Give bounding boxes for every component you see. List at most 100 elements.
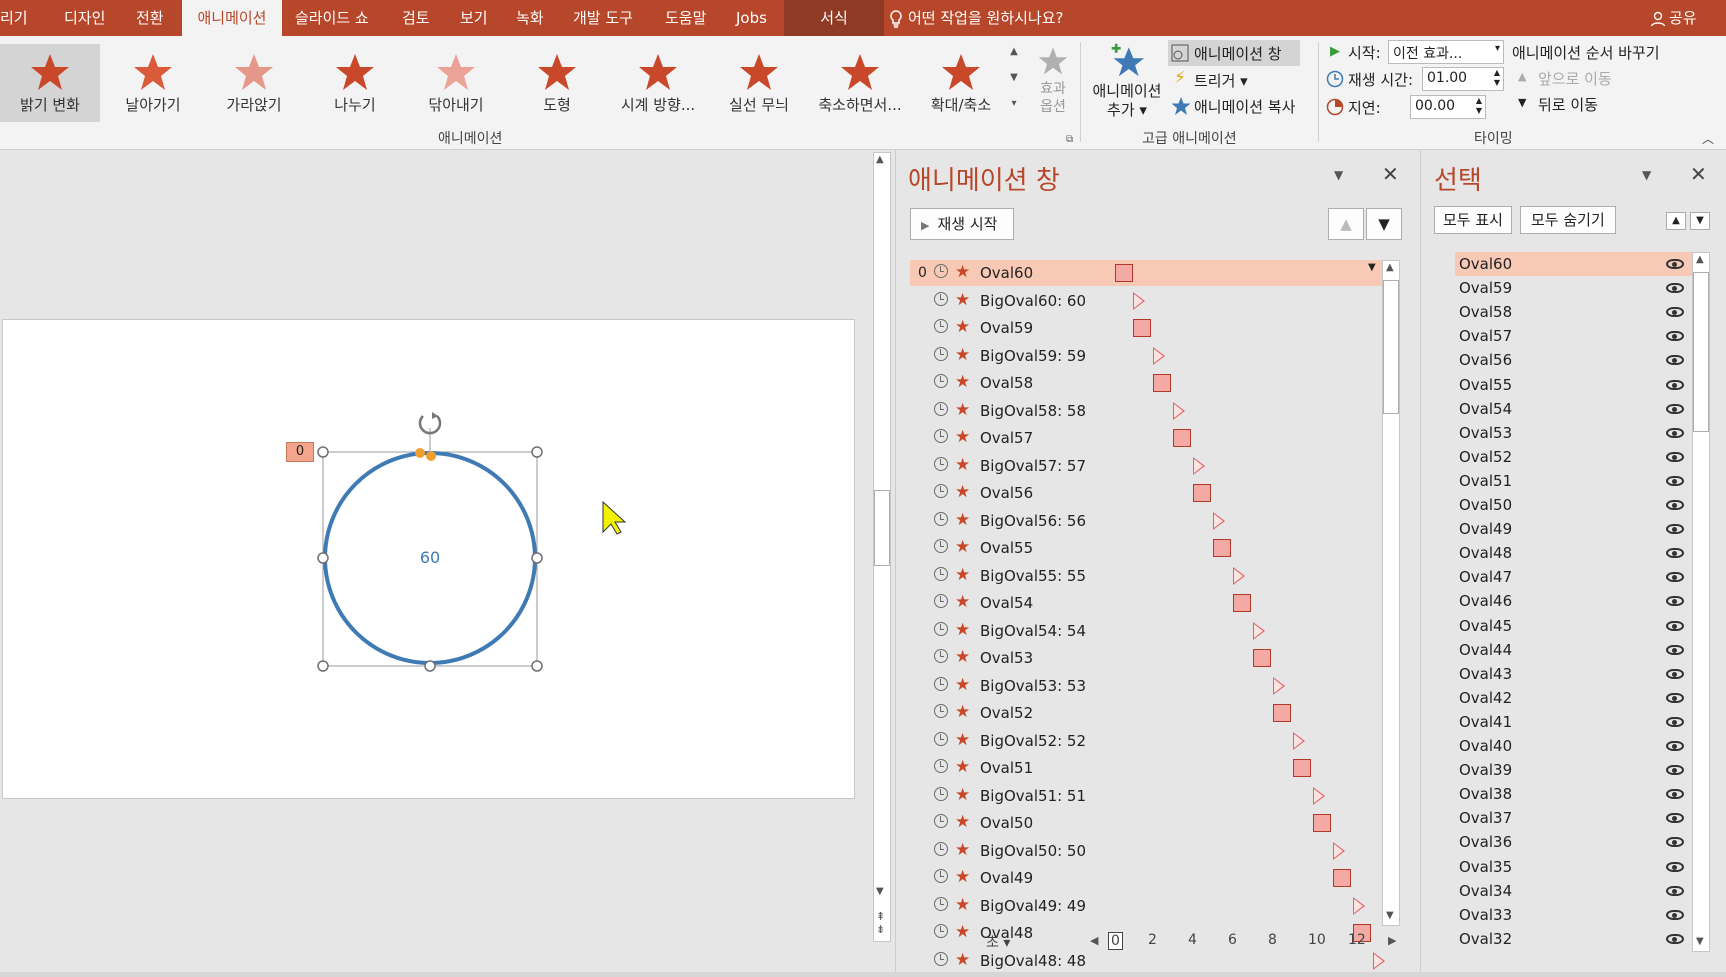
selection-item[interactable]: Oval55 [1455, 373, 1695, 397]
animation-row[interactable]: ★ BigOval54: 54 [910, 618, 1382, 644]
eye-icon[interactable] [1666, 476, 1684, 486]
timeline-bar[interactable] [1115, 264, 1133, 282]
animation-row[interactable]: 0 ★ Oval60 ▼ [910, 260, 1382, 286]
selection-item[interactable]: Oval43 [1455, 662, 1695, 686]
show-all-button[interactable]: 모두 표시 [1434, 206, 1512, 234]
selection-item[interactable]: Oval58 [1455, 300, 1695, 324]
timeline-bar[interactable] [1293, 759, 1311, 777]
eye-icon[interactable] [1666, 741, 1684, 751]
timeline-bar[interactable] [1213, 539, 1231, 557]
play-from-button[interactable]: ▶ 재생 시작 [910, 208, 1014, 240]
timeline-marker[interactable] [1333, 842, 1345, 860]
eye-icon[interactable] [1666, 524, 1684, 534]
eye-icon[interactable] [1666, 548, 1684, 558]
selection-item[interactable]: Oval53 [1455, 421, 1695, 445]
timeline-bar[interactable] [1333, 869, 1351, 887]
timeline-bar[interactable] [1193, 484, 1211, 502]
animation-row[interactable]: ★ Oval55 [910, 535, 1382, 561]
eye-icon[interactable] [1666, 428, 1684, 438]
animation-row[interactable]: ★ BigOval59: 59 [910, 343, 1382, 369]
animation-row[interactable]: ★ BigOval58: 58 [910, 398, 1382, 424]
eye-icon[interactable] [1666, 862, 1684, 872]
pane-options-dropdown-icon[interactable]: ▼ [1642, 168, 1651, 182]
eye-icon[interactable] [1666, 717, 1684, 727]
eye-icon[interactable] [1666, 355, 1684, 365]
selection-item[interactable]: Oval44 [1455, 638, 1695, 662]
timeline-marker[interactable] [1313, 787, 1325, 805]
animation-row[interactable]: ★ BigOval50: 50 [910, 838, 1382, 864]
animation-row[interactable]: ★ Oval51 [910, 755, 1382, 781]
scroll-down-icon[interactable]: ▼ [1696, 936, 1704, 947]
close-icon[interactable]: ✕ [1690, 162, 1707, 186]
eye-icon[interactable] [1666, 813, 1684, 823]
timeline-marker[interactable] [1133, 292, 1145, 310]
scroll-down-icon[interactable]: ▼ [876, 886, 884, 897]
selection-item[interactable]: Oval38 [1455, 782, 1695, 806]
trigger-button[interactable]: ⚡ 트리거 ▾ [1168, 68, 1278, 92]
tab-jobs[interactable]: Jobs [736, 0, 767, 36]
timeline-bar[interactable] [1273, 704, 1291, 722]
animation-row[interactable]: ★ BigOval57: 57 [910, 453, 1382, 479]
selection-list-scroll-thumb[interactable] [1693, 272, 1709, 432]
animation-list-scroll-thumb[interactable] [1383, 280, 1399, 414]
animation-row[interactable]: ★ Oval58 [910, 370, 1382, 396]
selection-item[interactable]: Oval34 [1455, 879, 1695, 903]
scroll-up-icon[interactable]: ▲ [1386, 262, 1394, 273]
eye-icon[interactable] [1666, 452, 1684, 462]
eye-icon[interactable] [1666, 404, 1684, 414]
selection-item[interactable]: Oval46 [1455, 589, 1695, 613]
send-backward-button[interactable]: ▼ [1690, 212, 1710, 230]
animation-row[interactable]: ★ BigOval56: 56 [910, 508, 1382, 534]
animation-row[interactable]: ★ Oval56 [910, 480, 1382, 506]
tab-format[interactable]: 서식 [784, 0, 884, 36]
eye-icon[interactable] [1666, 572, 1684, 582]
timeline-marker[interactable] [1253, 622, 1265, 640]
eye-icon[interactable] [1666, 789, 1684, 799]
add-animation-button[interactable]: 애니메이션 추가 ▾ [1086, 42, 1168, 126]
selection-item[interactable]: Oval54 [1455, 397, 1695, 421]
move-up-button[interactable]: ▲ [1328, 208, 1364, 240]
timeline-marker[interactable] [1173, 402, 1185, 420]
tab-slideshow[interactable]: 슬라이드 쇼 [295, 0, 369, 36]
selection-item[interactable]: Oval60 [1455, 252, 1695, 276]
animation-row[interactable]: ★ BigOval55: 55 [910, 563, 1382, 589]
animation-row[interactable]: ★ Oval54 [910, 590, 1382, 616]
gallery-item-6[interactable]: 도형 [507, 44, 607, 122]
timeline-marker[interactable] [1353, 897, 1365, 915]
selection-item[interactable]: Oval40 [1455, 734, 1695, 758]
selection-item[interactable]: Oval32 [1455, 927, 1695, 951]
gallery-more-button[interactable]: ▾ [1006, 96, 1022, 112]
gallery-item-7[interactable]: 시계 방향... [608, 44, 708, 122]
selection-item[interactable]: Oval48 [1455, 541, 1695, 565]
selection-item[interactable]: Oval49 [1455, 517, 1695, 541]
eye-icon[interactable] [1666, 837, 1684, 847]
selection-item[interactable]: Oval59 [1455, 276, 1695, 300]
tab-transitions[interactable]: 전환 [136, 0, 164, 36]
eye-icon[interactable] [1666, 910, 1684, 920]
timeline-bar[interactable] [1313, 814, 1331, 832]
selection-item[interactable]: Oval52 [1455, 445, 1695, 469]
eye-icon[interactable] [1666, 500, 1684, 510]
prev-next-slide-icon[interactable]: ⇞ ⇟ [876, 910, 885, 936]
gallery-item-8[interactable]: 실선 무늬 [709, 44, 809, 122]
animation-pane-button[interactable]: 애니메이션 창 [1168, 40, 1300, 66]
selection-item[interactable]: Oval57 [1455, 324, 1695, 348]
timeline-bar[interactable] [1133, 319, 1151, 337]
eye-icon[interactable] [1666, 934, 1684, 944]
selection-item[interactable]: Oval39 [1455, 758, 1695, 782]
scroll-up-icon[interactable]: ▲ [1696, 254, 1704, 265]
dialog-launcher-icon[interactable]: ⧉ [1066, 134, 1073, 145]
gallery-item-10[interactable]: 확대/축소 [911, 44, 1011, 122]
scroll-down-icon[interactable]: ▼ [1386, 910, 1394, 921]
slide-canvas[interactable]: 60 0 [2, 319, 855, 799]
timeline-bar[interactable] [1153, 374, 1171, 392]
move-later-button[interactable]: ▼ 뒤로 이동 [1518, 94, 1638, 116]
eye-icon[interactable] [1666, 380, 1684, 390]
timeline-right-icon[interactable]: ▶ [1388, 934, 1396, 947]
selection-item[interactable]: Oval50 [1455, 493, 1695, 517]
eye-icon[interactable] [1666, 669, 1684, 679]
bring-forward-button[interactable]: ▲ [1666, 212, 1686, 230]
tell-me-box[interactable]: 어떤 작업을 원하시나요? [888, 0, 1064, 36]
tab-file-partial[interactable]: 리기 [0, 0, 46, 36]
duration-field[interactable]: 01.00 ▲ ▼ [1422, 67, 1504, 91]
